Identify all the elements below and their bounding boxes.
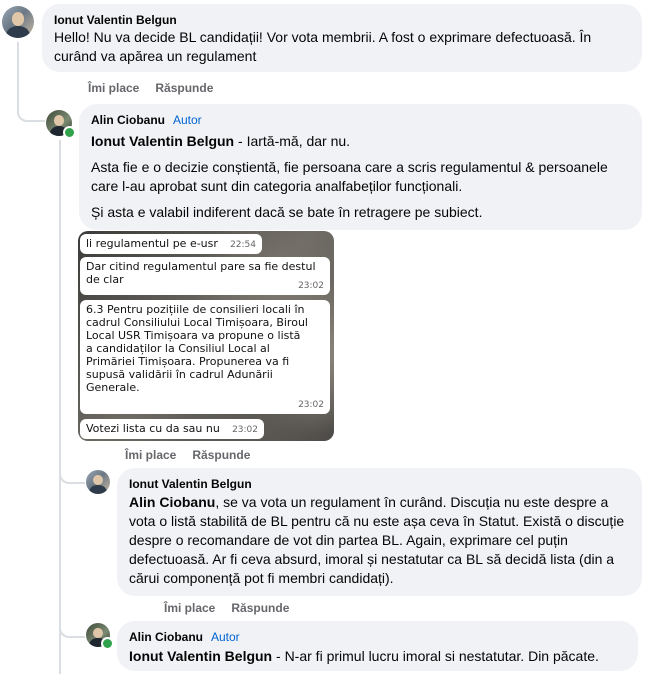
chat-message: li regulamentul pe e-usr 22:54	[80, 234, 262, 254]
chat-message: Votezi lista cu da sau nu 23:02	[80, 419, 264, 439]
chat-message: Dar citind regulamentul pare sa fie dest…	[80, 257, 330, 295]
comment-bubble: Ionut Valentin Belgun Alin Ciobanu, se v…	[117, 468, 642, 596]
comment-text: Alin Ciobanu, se va vota un regulament î…	[129, 494, 625, 586]
comment-paragraph: Asta fie e o decizie conștientă, fie per…	[91, 159, 608, 194]
mention-link[interactable]: Ionut Valentin Belgun	[91, 133, 234, 149]
mention-link[interactable]: Ionut Valentin Belgun	[129, 648, 272, 664]
online-status-icon	[63, 126, 76, 139]
comment-paragraph: Și asta e valabil indiferent dacă se bat…	[91, 204, 483, 220]
comment-author: Alin Ciobanu Autor	[91, 112, 630, 128]
comment-text: Ionut Valentin Belgun - N-ar fi primul l…	[129, 648, 599, 664]
like-button[interactable]: Îmi place	[164, 601, 215, 615]
thread-line	[17, 42, 19, 102]
thread-connector	[59, 612, 85, 638]
comment-text: Hello! Nu va decide BL candidații! Vor v…	[54, 29, 592, 64]
author-name[interactable]: Alin Ciobanu	[129, 630, 203, 644]
author-badge: Autor	[173, 113, 202, 127]
comment-actions: Îmi place Răspunde	[125, 448, 266, 462]
author-name[interactable]: Alin Ciobanu	[91, 113, 165, 127]
thread-connector	[59, 460, 85, 484]
comment-actions: Îmi place Răspunde	[88, 81, 229, 95]
comment-bubble: Alin Ciobanu Autor Ionut Valentin Belgun …	[79, 104, 642, 230]
avatar[interactable]	[2, 6, 34, 38]
thread-line	[59, 140, 61, 674]
reply-button[interactable]: Răspunde	[231, 601, 289, 615]
author-badge: Autor	[211, 630, 240, 644]
reply-button[interactable]: Răspunde	[155, 81, 213, 95]
avatar[interactable]	[86, 470, 110, 494]
comment-bubble: Alin Ciobanu Autor Ionut Valentin Belgun …	[117, 621, 638, 671]
like-button[interactable]: Îmi place	[88, 81, 139, 95]
chat-message: 6.3 Pentru pozițiile de consilieri local…	[80, 300, 330, 414]
comment-author[interactable]: Ionut Valentin Belgun	[129, 476, 630, 492]
comment-author: Alin Ciobanu Autor	[129, 629, 626, 645]
mention-link[interactable]: Alin Ciobanu	[129, 494, 215, 510]
online-status-icon	[101, 637, 114, 650]
like-button[interactable]: Îmi place	[125, 448, 176, 462]
comment-actions: Îmi place Răspunde	[164, 601, 305, 615]
attached-image[interactable]: li regulamentul pe e-usr 22:54 Dar citind…	[78, 231, 334, 441]
comment-author[interactable]: Ionut Valentin Belgun	[54, 12, 630, 28]
comment-text: Ionut Valentin Belgun - Iartă-mă, dar nu…	[91, 132, 630, 222]
reply-button[interactable]: Răspunde	[192, 448, 250, 462]
comment-bubble: Ionut Valentin Belgun Hello! Nu va decid…	[42, 4, 642, 72]
thread-connector	[17, 100, 45, 122]
